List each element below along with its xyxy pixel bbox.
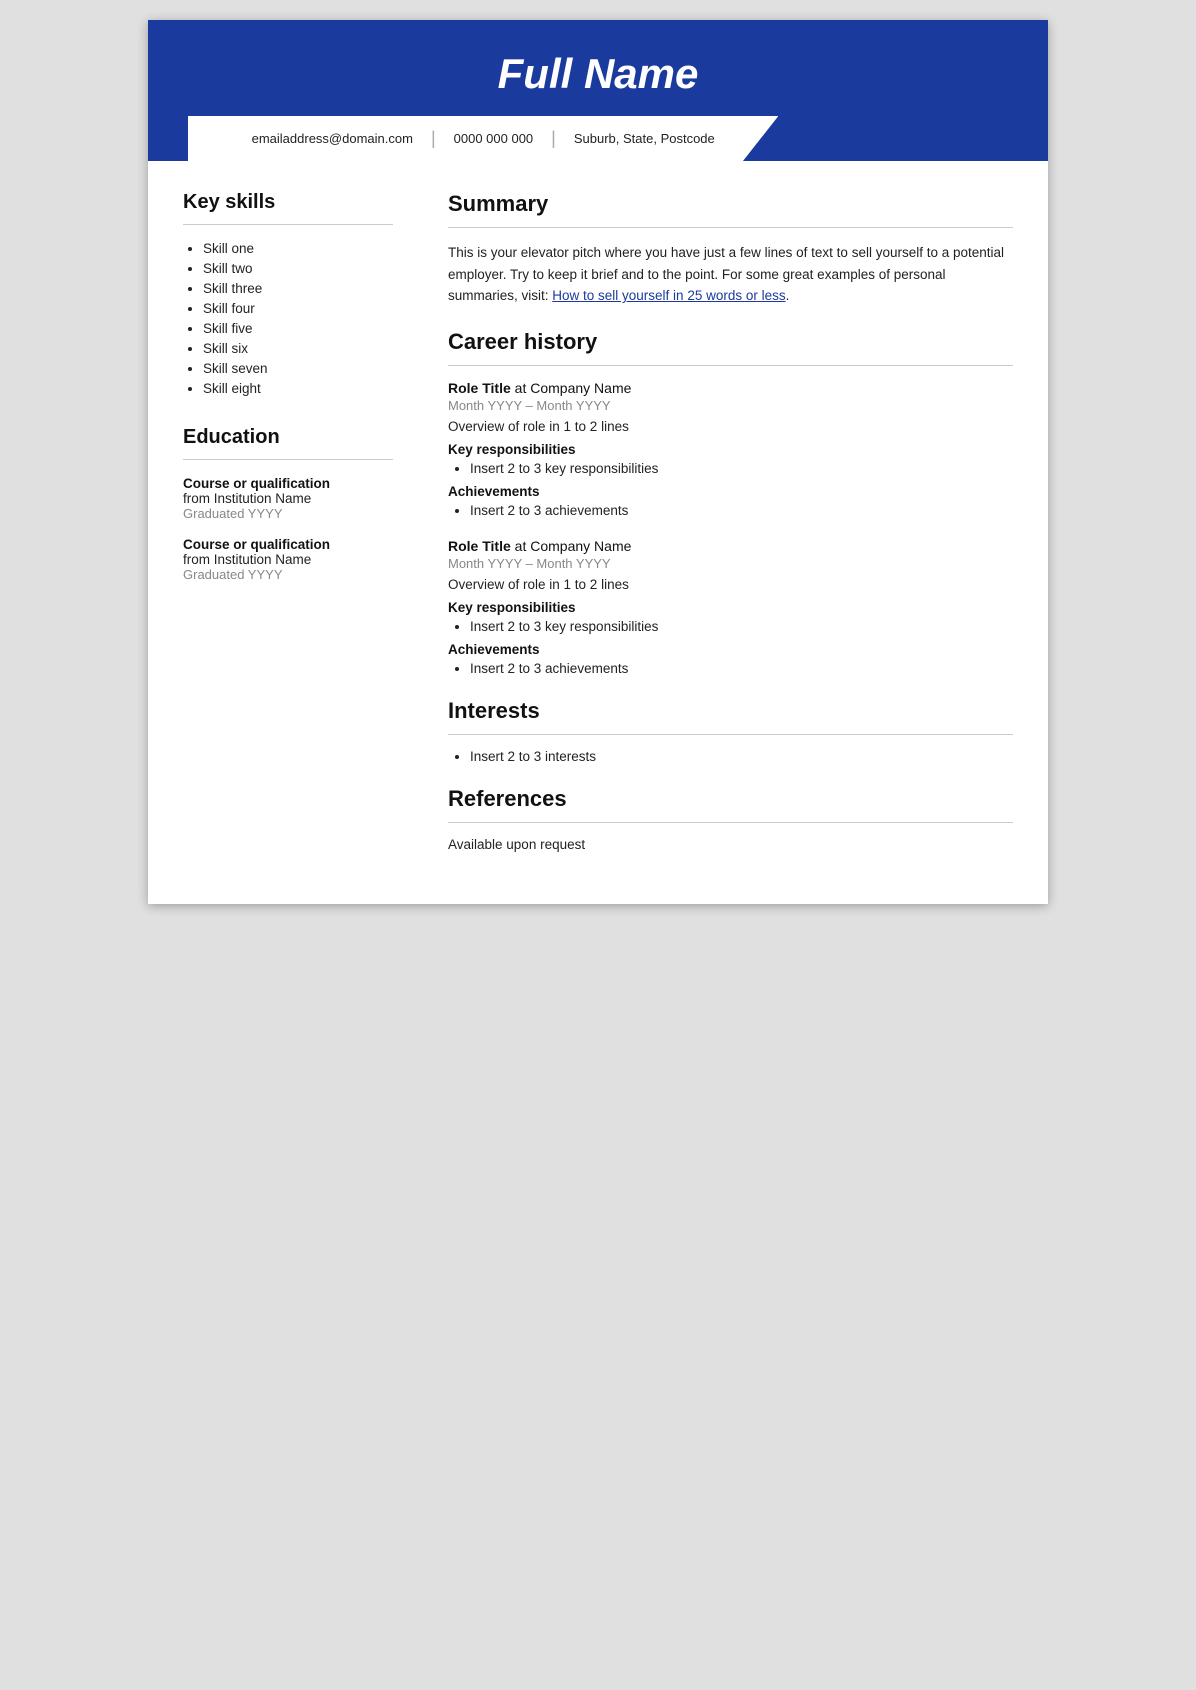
summary-text: This is your elevator pitch where you ha… <box>448 242 1013 307</box>
career-section: Career history Role Title at Company Nam… <box>448 329 1013 676</box>
edu-entry-1: Course or qualification from Institution… <box>183 476 393 521</box>
interests-title: Interests <box>448 698 1013 724</box>
list-item: Skill seven <box>203 361 393 376</box>
education-divider <box>183 459 393 460</box>
job-achievements-label-2: Achievements <box>448 642 1013 657</box>
full-name: Full Name <box>498 50 699 97</box>
job-entry-2: Role Title at Company Name Month YYYY – … <box>448 538 1013 676</box>
job-overview-2: Overview of role in 1 to 2 lines <box>448 577 1013 592</box>
summary-title: Summary <box>448 191 1013 217</box>
references-text: Available upon request <box>448 837 1013 852</box>
job-connector-2: at <box>511 538 530 554</box>
edu-institution-1: from Institution Name <box>183 491 393 506</box>
edu-entry-2: Course or qualification from Institution… <box>183 537 393 582</box>
interests-list: Insert 2 to 3 interests <box>448 749 1013 764</box>
job-achievements-list-1: Insert 2 to 3 achievements <box>448 503 1013 518</box>
contact-phone: 0000 000 000 <box>454 131 534 146</box>
skills-section: Key skills Skill one Skill two Skill thr… <box>183 191 393 396</box>
list-item: Insert 2 to 3 achievements <box>470 503 1013 518</box>
skills-divider <box>183 224 393 225</box>
summary-section: Summary This is your elevator pitch wher… <box>448 191 1013 307</box>
job-responsibilities-list-2: Insert 2 to 3 key responsibilities <box>448 619 1013 634</box>
education-section: Education Course or qualification from I… <box>183 426 393 582</box>
job-company-1: Company Name <box>530 380 631 396</box>
job-company-2: Company Name <box>530 538 631 554</box>
job-entry-1: Role Title at Company Name Month YYYY – … <box>448 380 1013 518</box>
job-achievements-list-2: Insert 2 to 3 achievements <box>448 661 1013 676</box>
resume-page: Full Name emailaddress@domain.com | 0000… <box>148 20 1048 904</box>
job-title-line-2: Role Title at Company Name <box>448 538 1013 554</box>
skills-list: Skill one Skill two Skill three Skill fo… <box>183 241 393 396</box>
interests-divider <box>448 734 1013 735</box>
summary-suffix: . <box>786 288 790 303</box>
job-achievements-label-1: Achievements <box>448 484 1013 499</box>
list-item: Skill four <box>203 301 393 316</box>
job-overview-1: Overview of role in 1 to 2 lines <box>448 419 1013 434</box>
list-item: Skill two <box>203 261 393 276</box>
list-item: Insert 2 to 3 achievements <box>470 661 1013 676</box>
contact-section: emailaddress@domain.com | 0000 000 000 |… <box>188 116 778 161</box>
job-responsibilities-list-1: Insert 2 to 3 key responsibilities <box>448 461 1013 476</box>
header: Full Name emailaddress@domain.com | 0000… <box>148 20 1048 161</box>
edu-graduated-2: Graduated YYYY <box>183 567 393 582</box>
summary-divider <box>448 227 1013 228</box>
job-role-1: Role Title <box>448 380 511 396</box>
list-item: Skill five <box>203 321 393 336</box>
sidebar: Key skills Skill one Skill two Skill thr… <box>148 161 418 904</box>
references-title: References <box>448 786 1013 812</box>
job-dates-2: Month YYYY – Month YYYY <box>448 556 1013 571</box>
edu-course-2: Course or qualification <box>183 537 393 552</box>
contact-location: Suburb, State, Postcode <box>574 131 715 146</box>
education-title: Education <box>183 426 393 449</box>
job-responsibilities-label-2: Key responsibilities <box>448 600 1013 615</box>
list-item: Insert 2 to 3 key responsibilities <box>470 461 1013 476</box>
interests-section: Interests Insert 2 to 3 interests <box>448 698 1013 764</box>
edu-course-1: Course or qualification <box>183 476 393 491</box>
list-item: Skill six <box>203 341 393 356</box>
list-item: Skill eight <box>203 381 393 396</box>
skills-title: Key skills <box>183 191 393 214</box>
career-title: Career history <box>448 329 1013 355</box>
references-divider <box>448 822 1013 823</box>
contact-sep-1: | <box>431 128 436 149</box>
body-content: Key skills Skill one Skill two Skill thr… <box>148 161 1048 904</box>
list-item: Insert 2 to 3 interests <box>470 749 1013 764</box>
contact-sep-2: | <box>551 128 556 149</box>
header-name-row: Full Name <box>188 50 1008 116</box>
contact-email: emailaddress@domain.com <box>252 131 413 146</box>
references-section: References Available upon request <box>448 786 1013 852</box>
job-dates-1: Month YYYY – Month YYYY <box>448 398 1013 413</box>
job-role-2: Role Title <box>448 538 511 554</box>
job-title-line-1: Role Title at Company Name <box>448 380 1013 396</box>
edu-graduated-1: Graduated YYYY <box>183 506 393 521</box>
main-content: Summary This is your elevator pitch wher… <box>418 161 1048 904</box>
list-item: Skill one <box>203 241 393 256</box>
job-connector-1: at <box>511 380 530 396</box>
summary-link[interactable]: How to sell yourself in 25 words or less <box>552 288 785 303</box>
job-responsibilities-label-1: Key responsibilities <box>448 442 1013 457</box>
list-item: Skill three <box>203 281 393 296</box>
edu-institution-2: from Institution Name <box>183 552 393 567</box>
list-item: Insert 2 to 3 key responsibilities <box>470 619 1013 634</box>
header-bottom-wrapper: emailaddress@domain.com | 0000 000 000 |… <box>188 116 1008 161</box>
career-divider <box>448 365 1013 366</box>
